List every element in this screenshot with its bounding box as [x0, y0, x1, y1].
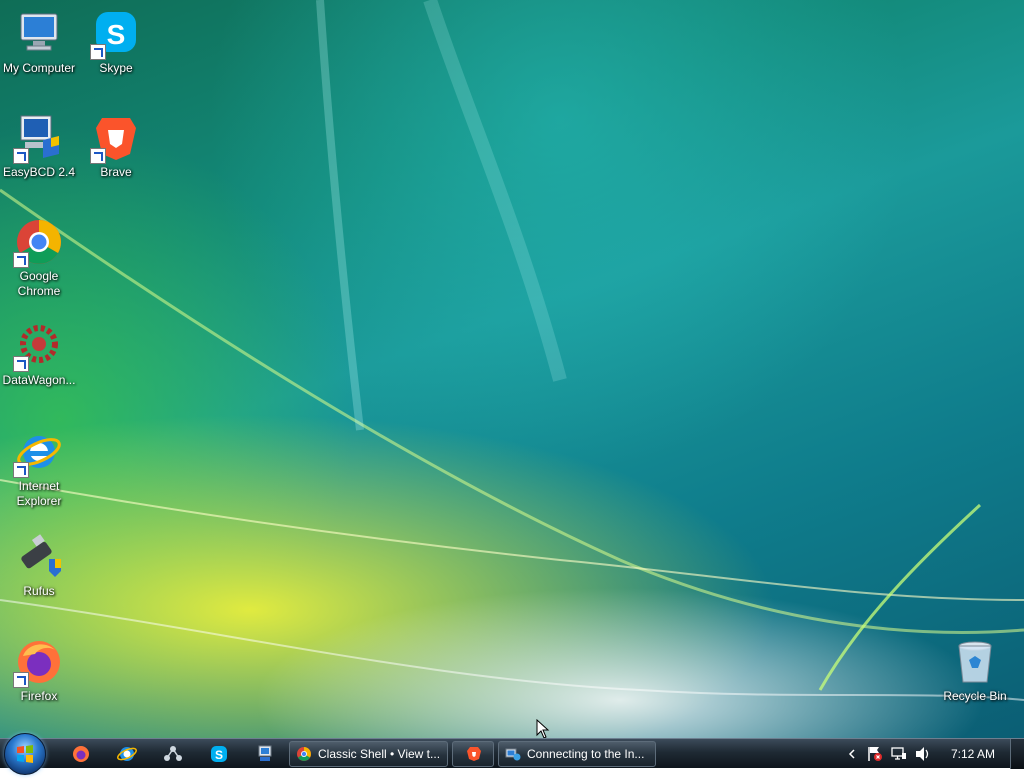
start-button[interactable] [4, 733, 46, 775]
tray-action-center[interactable] [866, 739, 884, 769]
easybcd-icon [13, 114, 63, 164]
shortcut-arrow-icon [13, 462, 29, 478]
shortcut-arrow-icon [13, 148, 29, 164]
desktop-icon-firefox[interactable]: Firefox [1, 638, 77, 704]
chrome-icon [297, 747, 311, 761]
desktop-icon-google-chrome[interactable]: Google Chrome [1, 218, 77, 299]
desktop-icon-easybcd[interactable]: EasyBCD 2.4 [1, 114, 77, 180]
shortcut-arrow-icon [13, 356, 29, 372]
taskbar-button-chrome[interactable]: Classic Shell • View t... [289, 741, 448, 767]
my-computer-icon [15, 10, 63, 58]
brave-icon [90, 114, 140, 164]
desktop: My Computer S Skype EasyBCD 2.4 Brave Go… [0, 0, 1024, 738]
firefox-icon [13, 638, 63, 688]
desktop-icon-recycle-bin[interactable]: Recycle Bin [937, 638, 1013, 704]
desktop-icon-label: My Computer [2, 61, 76, 75]
quicklaunch-network[interactable] [162, 744, 184, 764]
show-desktop-button[interactable] [1010, 739, 1024, 769]
desktop-icon-my-computer[interactable]: My Computer [1, 10, 77, 76]
quicklaunch-firefox[interactable] [70, 744, 92, 764]
desktop-icon-internet-explorer[interactable]: Internet Explorer [1, 428, 77, 509]
chrome-icon [13, 218, 63, 268]
svg-text:S: S [215, 748, 223, 762]
windows-logo-icon [17, 745, 33, 763]
datawagon-icon [13, 322, 63, 372]
desktop-icon-label: Firefox [20, 689, 58, 703]
shortcut-arrow-icon [13, 252, 29, 268]
tray-network[interactable] [890, 739, 908, 769]
desktop-icon-label: Internet Explorer [16, 479, 62, 508]
wallpaper-waves [0, 0, 1024, 701]
internet-explorer-icon [117, 747, 137, 761]
desktop-icon-skype[interactable]: S Skype [78, 10, 154, 76]
desktop-icon-label: DataWagon... [2, 373, 76, 387]
taskbar-button-label: Connecting to the In... [527, 747, 645, 761]
quicklaunch-skype[interactable]: S [208, 744, 230, 764]
speaker-icon [916, 747, 929, 761]
desktop-icon-label: Brave [100, 165, 132, 179]
skype-icon: S [90, 10, 140, 60]
tray-volume[interactable] [914, 739, 932, 769]
chevron-left-icon [848, 749, 855, 759]
shortcut-arrow-icon [90, 44, 106, 60]
desktop-icon-label: Google Chrome [17, 269, 61, 298]
clock[interactable]: 7:12 AM [944, 739, 1002, 769]
mouse-cursor-icon [536, 719, 550, 738]
show-hidden-icons-button[interactable] [846, 739, 858, 769]
rufus-icon [15, 533, 63, 581]
desktop-icon-brave[interactable]: Brave [78, 114, 154, 180]
skype-icon: S [211, 746, 227, 762]
desktop-icon-label: EasyBCD 2.4 [2, 165, 76, 179]
desktop-icon-rufus[interactable]: Rufus [1, 533, 77, 599]
recycle-bin-icon [951, 638, 999, 686]
desktop-icon-label: Rufus [23, 584, 55, 598]
shortcut-arrow-icon [13, 672, 29, 688]
quicklaunch-internet-explorer[interactable] [116, 744, 138, 764]
desktop-icon-label: Recycle Bin [943, 689, 1007, 703]
quicklaunch-device[interactable] [254, 744, 276, 764]
desktop-icon-label: Skype [99, 61, 133, 75]
firefox-icon [73, 746, 89, 762]
taskbar: S Classic Shell • View t... Connecting t… [0, 733, 1024, 775]
shortcut-arrow-icon [90, 148, 106, 164]
taskbar-button-brave[interactable] [452, 741, 494, 767]
brave-icon [467, 747, 481, 761]
desktop-icon-datawagon[interactable]: DataWagon... [1, 322, 77, 388]
device-icon [258, 745, 272, 761]
internet-explorer-icon [13, 428, 63, 478]
flag-alert-icon [868, 747, 882, 761]
taskbar-button-label: Classic Shell • View t... [318, 747, 441, 761]
svg-text:S: S [107, 19, 126, 50]
taskbar-button-network-connection[interactable]: Connecting to the In... [498, 741, 656, 767]
network-icon [164, 746, 182, 761]
network-status-icon [891, 747, 906, 760]
network-icon [505, 748, 521, 761]
